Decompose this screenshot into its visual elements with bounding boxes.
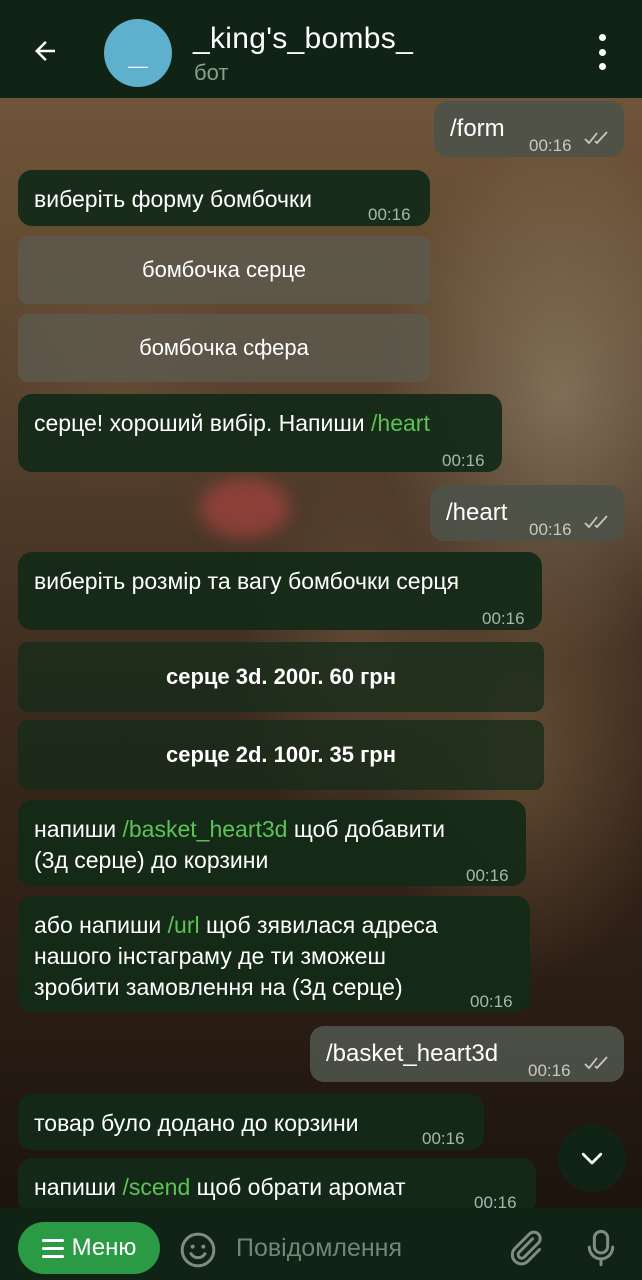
message-line: або напиши /url щоб зявилася адреса <box>34 910 514 941</box>
menu-line <box>41 1246 64 1250</box>
message-text: щоб зявилася адреса <box>199 912 438 938</box>
message-text: (3д серце) до корзини <box>34 847 269 873</box>
message-line: напиши /basket_heart3d щоб добавити <box>34 814 510 845</box>
message-text: /form <box>450 115 505 142</box>
command-link[interactable]: /heart <box>371 410 430 436</box>
double-check-icon <box>584 131 608 145</box>
message-text: товар було додано до корзини <box>34 1110 359 1136</box>
double-check-icon <box>584 515 608 529</box>
message-text: виберіть розмір та вагу бомбочки серця <box>34 568 460 594</box>
scroll-down-button[interactable] <box>558 1124 626 1192</box>
message-text: /heart <box>446 499 508 526</box>
message-time: 00:16 <box>529 520 572 539</box>
message-time: 00:16 <box>529 136 572 155</box>
more-dot <box>598 63 606 70</box>
inline-button-heart-2d[interactable]: серце 2d. 100г. 35 грн <box>18 720 544 790</box>
message-time: 00:16 <box>470 992 513 1011</box>
microphone-icon[interactable] <box>584 1228 618 1268</box>
message-incoming[interactable]: виберіть форму бомбочки 00:16 <box>18 170 430 226</box>
message-input[interactable] <box>236 1228 486 1268</box>
message-time: 00:16 <box>368 205 411 224</box>
avatar[interactable]: _ <box>104 19 172 87</box>
message-time: 00:16 <box>442 451 485 470</box>
message-outgoing[interactable]: /heart 00:16 <box>430 485 624 541</box>
message-incoming[interactable]: виберіть розмір та вагу бомбочки серця 0… <box>18 552 542 630</box>
input-bar: Меню <box>0 1208 642 1280</box>
menu-line <box>41 1238 64 1242</box>
message-text: напиши <box>34 816 123 842</box>
message-text: виберіть форму бомбочки <box>34 186 312 212</box>
double-check-icon <box>584 1056 608 1070</box>
chat-header: _ _king's_bombs_ бот <box>0 0 642 98</box>
message-text: щоб обрати аромат <box>190 1174 406 1200</box>
message-incoming[interactable]: напиши /scend щоб обрати аромат 00:16 <box>18 1158 536 1214</box>
message-text: щоб добавити <box>287 816 445 842</box>
message-time: 00:16 <box>482 609 525 628</box>
message-text: зробити замовлення на (3д серце) <box>34 974 403 1000</box>
message-outgoing[interactable]: /basket_heart3d 00:16 <box>310 1026 624 1082</box>
arrow-left-icon <box>35 41 55 61</box>
more-menu-button[interactable] <box>588 34 616 70</box>
command-link[interactable]: /basket_heart3d <box>123 816 288 842</box>
message-text: напиши <box>34 1174 123 1200</box>
menu-button-label: Меню <box>71 1234 137 1261</box>
chevron-down-icon <box>581 1152 603 1165</box>
message-outgoing[interactable]: /form 00:16 <box>434 101 624 157</box>
message-text: /basket_heart3d <box>326 1040 499 1067</box>
message-time: 00:16 <box>422 1129 465 1148</box>
message-incoming[interactable]: товар було додано до корзини 00:16 <box>18 1094 484 1150</box>
menu-button[interactable]: Меню <box>18 1222 160 1274</box>
command-link[interactable]: /scend <box>123 1174 191 1200</box>
menu-line <box>41 1254 64 1258</box>
wallpaper-detail <box>200 478 290 538</box>
message-incoming[interactable]: серце! хороший вибір. Напиши /heart 00:1… <box>18 394 502 472</box>
smiley-icon[interactable] <box>178 1230 218 1270</box>
message-text: нашого інстаграму де ти зможеш <box>34 943 387 969</box>
more-vertical-icon <box>598 34 606 41</box>
more-dot <box>598 48 606 56</box>
paperclip-icon[interactable] <box>505 1228 545 1268</box>
message-incoming[interactable]: або напиши /url щоб зявилася адреса нашо… <box>18 896 530 1012</box>
message-text: серце! хороший вибір. Напиши <box>34 410 372 436</box>
command-link[interactable]: /url <box>168 912 200 938</box>
message-time: 00:16 <box>528 1061 571 1080</box>
menu-lines-icon <box>41 1238 64 1258</box>
inline-button-heart-3d[interactable]: серце 3d. 200г. 60 грн <box>18 642 544 712</box>
message-text: або напиши <box>34 912 168 938</box>
message-incoming[interactable]: напиши /basket_heart3d щоб добавити (3д … <box>18 800 526 886</box>
chat-subtitle: бот <box>194 60 229 85</box>
back-button[interactable] <box>28 34 62 68</box>
inline-button-heart[interactable]: бомбочка серце <box>18 236 430 304</box>
message-time: 00:16 <box>466 866 509 885</box>
chat-title[interactable]: _king's_bombs_ <box>193 22 413 56</box>
inline-button-sphere[interactable]: бомбочка сфера <box>18 314 430 382</box>
